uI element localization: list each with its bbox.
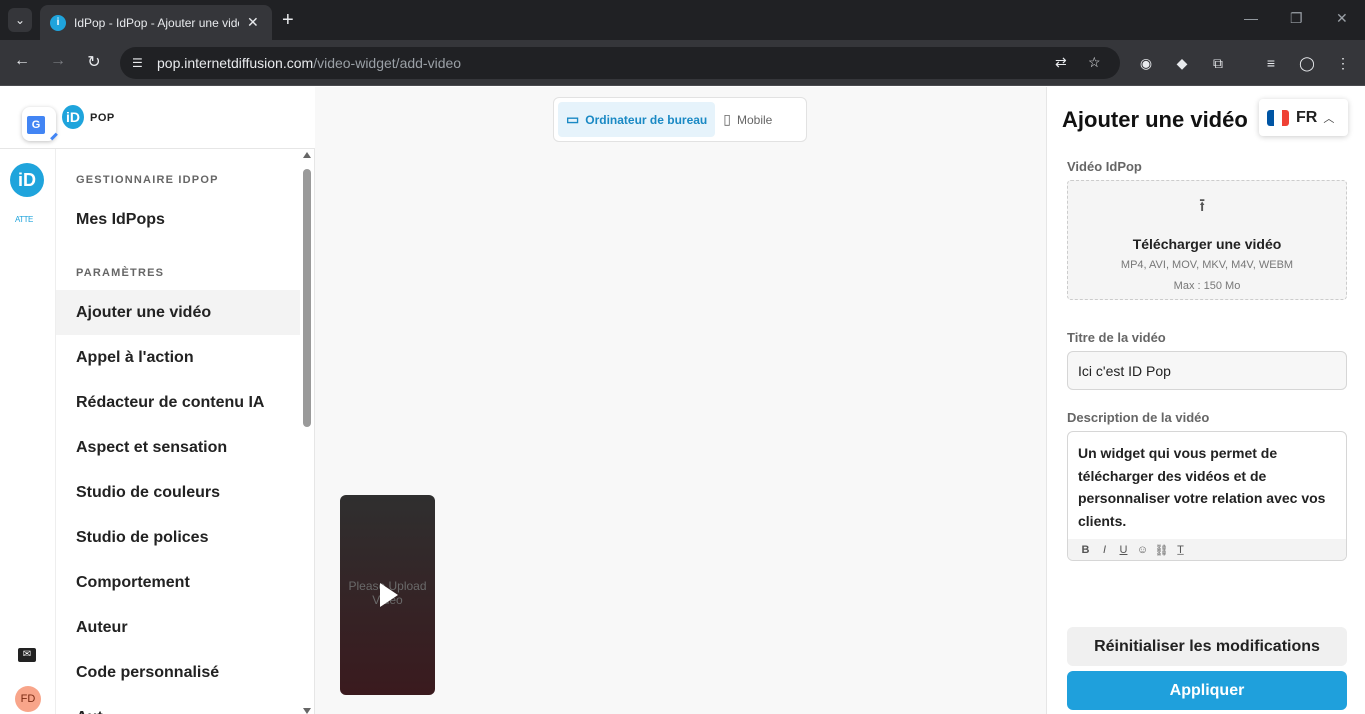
settings-sidebar: GESTIONNAIRE IDPOP Mes IdPops PARAMÈTRES… (56, 149, 315, 714)
tab-search-button[interactable]: ⌄ (8, 8, 32, 32)
section-heading-manager: GESTIONNAIRE IDPOP (76, 174, 219, 186)
close-icon[interactable]: ✕ (247, 14, 259, 31)
media-controls-icon[interactable]: ≡ (1262, 54, 1280, 72)
brand-logo-icon[interactable]: iD (62, 105, 84, 129)
sidebar-item-author[interactable]: Auteur (56, 605, 300, 650)
sidebar-item-look-and-feel[interactable]: Aspect et sensation (56, 425, 300, 470)
browser-tabbar: ⌄ i IdPop - IdPop - Ajouter une vidé ✕ +… (0, 0, 1365, 40)
more-menu-icon[interactable]: ⋮ (1334, 54, 1352, 72)
browser-tab[interactable]: i IdPop - IdPop - Ajouter une vidé ✕ (40, 5, 272, 40)
mobile-view-button[interactable]: ▯ Mobile (715, 102, 780, 137)
upload-max-size: Max : 150 Mo (1173, 280, 1241, 292)
bold-icon[interactable]: B (1076, 544, 1095, 556)
apply-button[interactable]: Appliquer (1067, 671, 1347, 710)
desktop-view-label: Ordinateur de bureau (585, 112, 708, 127)
tab-favicon-icon: i (50, 14, 66, 31)
monitor-icon: ▭ (566, 111, 580, 127)
scroll-down-arrow-icon[interactable] (303, 708, 311, 714)
description-text[interactable]: Un widget qui vous permet de télécharger… (1078, 442, 1340, 532)
language-code: FR (1296, 108, 1318, 126)
chevron-up-icon: ︿ (1323, 112, 1335, 125)
sidebar-item-color-studio[interactable]: Studio de couleurs (56, 470, 300, 515)
sidebar-item-partial[interactable]: Aut (56, 695, 300, 714)
maximize-icon[interactable]: ❐ (1290, 10, 1303, 27)
emoji-icon[interactable]: ☺ (1133, 544, 1152, 556)
sidebar-item-call-to-action[interactable]: Appel à l'action (56, 335, 300, 380)
rich-text-toolbar: B I U ☺ ⛓ T̲ (1068, 539, 1346, 560)
app-root: iD ATTE ✉ FD G iD POP GESTIONNAIRE IDPOP… (0, 87, 1365, 714)
section-heading-params: PARAMÈTRES (76, 267, 165, 279)
video-upload-dropzone[interactable]: ⭱ Télécharger une vidéo MP4, AVI, MOV, M… (1067, 180, 1347, 300)
rail-small-label[interactable]: ATTE (15, 215, 33, 224)
rail-logo-icon[interactable]: iD (10, 163, 44, 197)
extensions-puzzle-icon[interactable]: ⧉ (1209, 54, 1227, 72)
underline-icon[interactable]: U (1114, 544, 1133, 556)
site-info-icon[interactable]: ☰ (132, 56, 152, 70)
upload-icon: ⭱ (1199, 195, 1206, 215)
minimize-icon[interactable]: — (1244, 10, 1258, 26)
left-rail: iD ATTE ✉ FD (0, 87, 56, 714)
desktop-view-button[interactable]: ▭ Ordinateur de bureau (558, 102, 716, 137)
back-icon[interactable]: ← (11, 52, 33, 70)
profile-icon[interactable]: ◯ (1298, 54, 1316, 72)
phone-icon: ▯ (723, 111, 731, 127)
video-title-input[interactable]: Ici c'est ID Pop (1067, 351, 1347, 390)
extension-gem-icon[interactable]: ◆ (1173, 54, 1191, 72)
sidebar-item-font-studio[interactable]: Studio de polices (56, 515, 300, 560)
mobile-view-label: Mobile (736, 112, 773, 127)
url-text: pop.internetdiffusion.com/video-widget/a… (157, 55, 462, 71)
bookmark-star-icon[interactable]: ☆ (1088, 54, 1101, 71)
sidebar-item-add-video[interactable]: Ajouter une vidéo (56, 290, 300, 335)
title-field-label: Titre de la vidéo (1067, 330, 1166, 345)
italic-icon[interactable]: I (1095, 544, 1114, 556)
upload-formats: MP4, AVI, MOV, MKV, M4V, WEBM (1120, 259, 1294, 271)
new-tab-button[interactable]: + (282, 8, 294, 32)
extension-color-icon[interactable]: ◉ (1137, 54, 1155, 72)
video-preview-card[interactable]: Please Upload Video (340, 495, 435, 695)
user-avatar[interactable]: FD (15, 686, 41, 712)
panel-title: Ajouter une vidéo (1062, 107, 1248, 132)
translate-icon[interactable]: ⇄ (1055, 54, 1067, 71)
reset-changes-button[interactable]: Réinitialiser les modifications (1067, 627, 1347, 666)
reload-icon[interactable]: ↻ (83, 52, 105, 72)
browser-toolbar: ← → ↻ ☰ pop.internetdiffusion.com/video-… (0, 40, 1365, 86)
google-translate-icon[interactable]: G (22, 107, 58, 141)
settings-panel: Ajouter une vidéo FR ︿ Vidéo IdPop ⭱ Tél… (1046, 87, 1365, 714)
description-field-label: Description de la vidéo (1067, 410, 1210, 425)
french-flag-icon (1267, 109, 1289, 126)
sidebar-item-custom-code[interactable]: Code personnalisé (56, 650, 300, 695)
sidebar-item-ai-writer[interactable]: Rédacteur de contenu IA (56, 380, 300, 425)
video-description-editor[interactable]: Un widget qui vous permet de télécharger… (1067, 431, 1347, 561)
upload-title: Télécharger une vidéo (1132, 236, 1282, 252)
link-icon[interactable]: ⛓ (1152, 544, 1171, 557)
scroll-thumb[interactable] (303, 169, 311, 427)
window-close-icon[interactable]: ✕ (1336, 10, 1348, 27)
mail-icon[interactable]: ✉ (18, 648, 36, 662)
play-icon[interactable] (380, 583, 398, 607)
address-bar[interactable]: ☰ pop.internetdiffusion.com/video-widget… (120, 47, 1120, 79)
brand-name: POP (90, 112, 115, 124)
device-toggle: ▭ Ordinateur de bureau ▯ Mobile (553, 97, 807, 142)
sidebar-item-behavior[interactable]: Comportement (56, 560, 300, 605)
video-field-label: Vidéo IdPop (1067, 159, 1142, 174)
preview-canvas: ▭ Ordinateur de bureau ▯ Mobile Please U… (315, 87, 1046, 714)
forward-icon[interactable]: → (47, 52, 69, 70)
clear-format-icon[interactable]: T̲ (1171, 544, 1190, 556)
scroll-up-arrow-icon[interactable] (303, 152, 311, 158)
tab-title: IdPop - IdPop - Ajouter une vidé (74, 15, 239, 30)
logo-header: G iD POP (0, 87, 315, 149)
sidebar-scrollbar[interactable] (300, 149, 314, 714)
language-selector[interactable]: FR ︿ (1259, 99, 1348, 136)
sidebar-item-my-idpops[interactable]: Mes IdPops (56, 197, 300, 242)
